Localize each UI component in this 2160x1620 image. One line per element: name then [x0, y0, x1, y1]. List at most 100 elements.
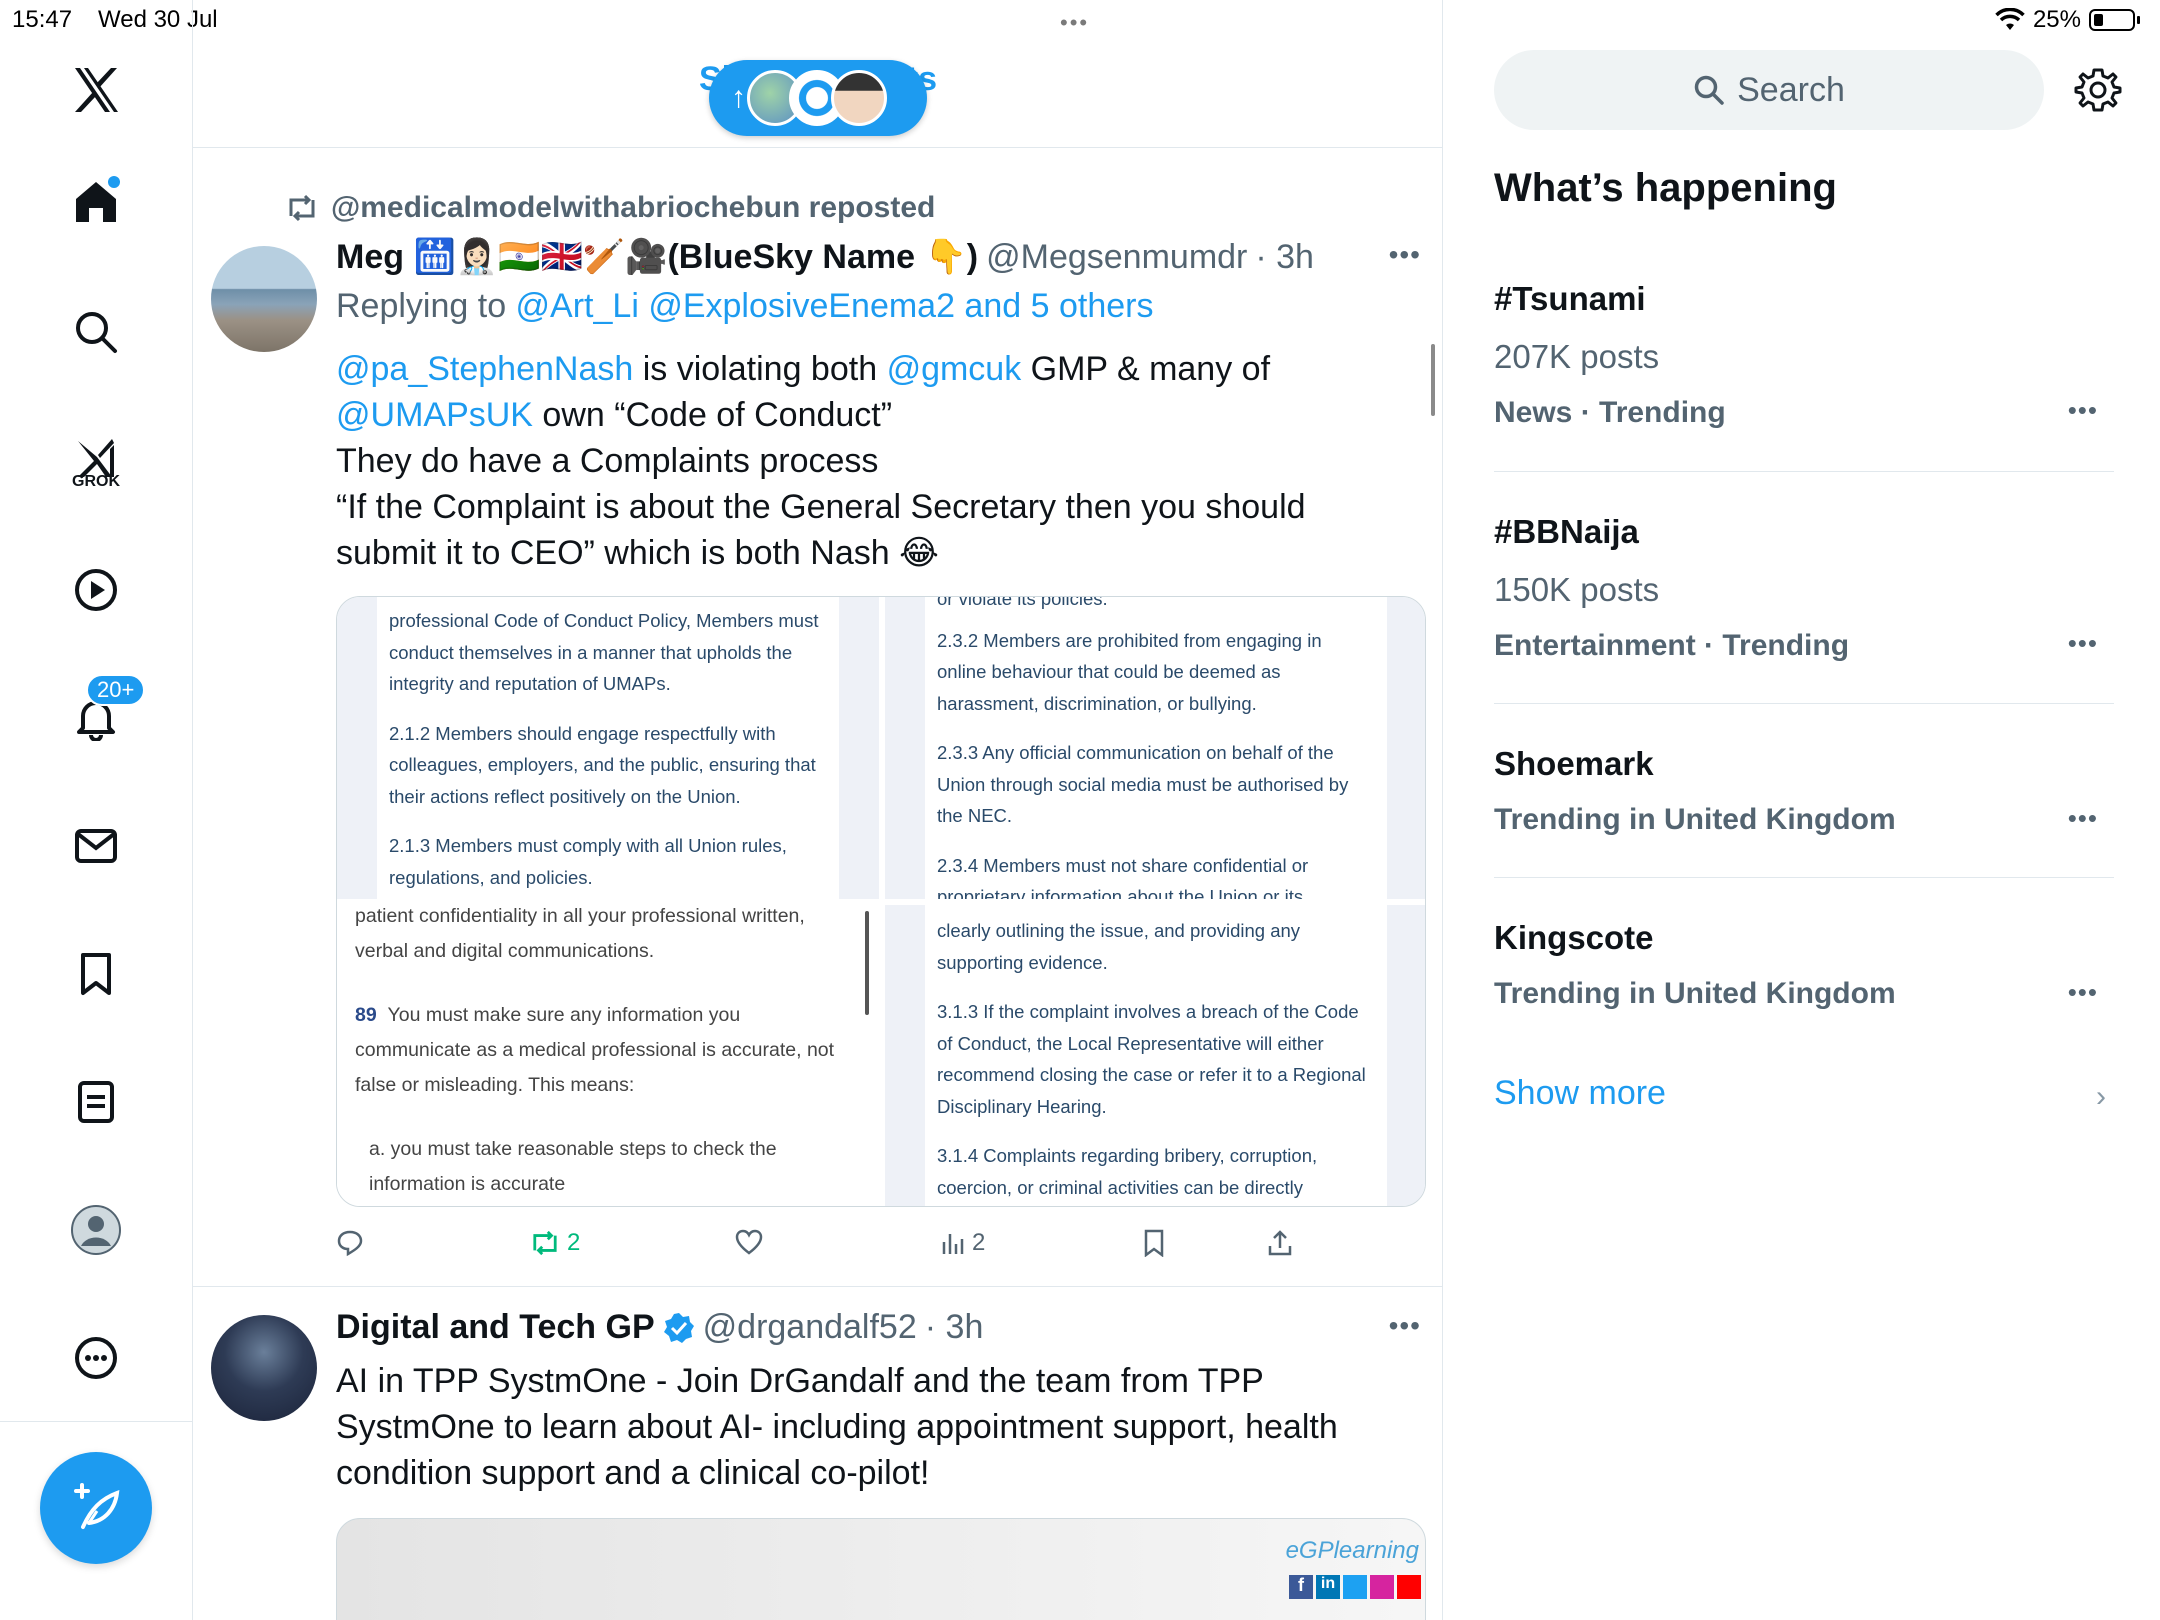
gmc-doc-text: patient confidentiality in all your prof…	[355, 905, 855, 1202]
explore-search-icon[interactable]	[66, 302, 126, 362]
chevron-right-icon: ›	[2096, 1080, 2106, 1113]
replying-links[interactable]: @Art_Li @ExplosiveEnema2 and 5 others	[516, 287, 1154, 325]
trend-context: Trending in United Kingdom	[1494, 977, 1896, 1010]
egplearning-logo-text: eGPlearning	[1285, 1537, 1419, 1564]
author-handle[interactable]: @drgandalf52	[703, 1308, 917, 1347]
doc-scrollbar	[865, 911, 869, 1015]
trend-more-icon[interactable]: •••	[2068, 395, 2098, 426]
messages-mail-icon[interactable]	[66, 816, 126, 876]
trend-count: 207K posts	[1494, 338, 1660, 375]
search-icon	[1694, 75, 1724, 105]
trend-more-icon[interactable]: •••	[2068, 628, 2098, 659]
media-image-4[interactable]: clearly outlining the issue, and providi…	[885, 905, 1425, 1206]
mention-gmcuk[interactable]: @gmcuk	[887, 350, 1022, 388]
tweet-more-icon[interactable]: •••	[1389, 1310, 1421, 1342]
gmc-para: You must make sure any information you c…	[355, 1004, 835, 1096]
doc-para: 2.3.2 Members are prohibited from engagi…	[937, 629, 1322, 714]
trend-context: Entertainment · Trending	[1494, 629, 1850, 662]
more-options-icon[interactable]	[66, 1328, 126, 1388]
doc-para: 3.1.4 Complaints regarding bribery, corr…	[937, 1145, 1318, 1198]
media-image-2[interactable]: or violate its policies. 2.3.2 Members a…	[885, 597, 1425, 899]
gmc-line: patient confidentiality in all your prof…	[355, 905, 805, 962]
trend-more-icon[interactable]: •••	[2068, 977, 2098, 1008]
tweet-actions: 2 2	[336, 1229, 1416, 1269]
doc-page: clearly outlining the issue, and providi…	[925, 905, 1387, 1206]
video-play-icon[interactable]	[66, 560, 126, 620]
post-time[interactable]: · 3h	[1255, 238, 1314, 277]
search-placeholder: Search	[1737, 70, 1845, 109]
trend-item[interactable]: Shoemark Trending in United Kingdom •••	[1494, 745, 2114, 837]
doc-page: or violate its policies. 2.3.2 Members a…	[925, 597, 1387, 899]
avatar-meg[interactable]	[211, 246, 317, 352]
timeline-header: Show 35 posts ↑	[193, 40, 1443, 148]
tweet-body: @pa_StephenNash is violating both @gmcuk…	[336, 346, 1396, 576]
tweet-digital-tech-gp[interactable]: Digital and Tech GP @drgandalf52 · 3h ••…	[193, 1288, 1443, 1620]
bookmark-icon	[1144, 1229, 1164, 1257]
views-button[interactable]: 2	[940, 1229, 985, 1257]
compose-feather-icon	[74, 1483, 120, 1529]
doc-text: clearly outlining the issue, and providi…	[937, 915, 1375, 1203]
repost-icon	[533, 1230, 557, 1256]
linkedin-icon: in	[1316, 1575, 1340, 1599]
new-posts-pill[interactable]: ↑	[709, 60, 927, 136]
doc-page: professional Code of Conduct Policy, Mem…	[377, 597, 839, 899]
trend-divider	[1494, 703, 2114, 704]
notifications-bell-icon[interactable]: 20+	[66, 674, 146, 748]
show-more-link[interactable]: Show more	[1494, 1074, 1666, 1113]
timeline-scrollbar[interactable]	[1431, 344, 1435, 416]
search-input[interactable]: Search	[1494, 50, 2044, 130]
tweet-media-grid[interactable]: professional Code of Conduct Policy, Mem…	[336, 596, 1426, 1207]
trend-count: 150K posts	[1494, 571, 1660, 608]
media-image-3[interactable]: patient confidentiality in all your prof…	[337, 905, 879, 1206]
pill-avatar-person	[831, 70, 887, 126]
bookmarks-icon[interactable]	[66, 944, 126, 1004]
gmc-para-89: 89 You must make sure any information yo…	[355, 998, 855, 1103]
youtube-icon	[1397, 1575, 1421, 1599]
views-chart-icon	[942, 1234, 964, 1254]
trend-item[interactable]: #Tsunami 207K posts News · Trending •••	[1494, 280, 2114, 430]
settings-gear-icon[interactable]	[2074, 66, 2122, 114]
right-sidebar: Search What’s happening #Tsunami 207K po…	[1444, 0, 2160, 1620]
doc-para: or violate its policies.	[937, 597, 1108, 609]
tweet-body: AI in TPP SystmOne - Join DrGandalf and …	[336, 1362, 1338, 1492]
repost-count: 2	[567, 1229, 581, 1256]
social-icons: f in	[1289, 1575, 1421, 1599]
share-button[interactable]	[1266, 1229, 1294, 1257]
compose-post-button[interactable]	[40, 1452, 152, 1564]
repost-icon	[289, 194, 315, 222]
bookmark-button[interactable]	[1142, 1229, 1166, 1257]
mention-stephennash[interactable]: @pa_StephenNash	[336, 350, 633, 388]
like-button[interactable]	[735, 1229, 763, 1255]
mention-umapsuk[interactable]: @UMAPsUK	[336, 396, 533, 434]
x-logo-icon[interactable]	[66, 60, 126, 120]
trend-more-icon[interactable]: •••	[2068, 803, 2098, 834]
media-image-1[interactable]: professional Code of Conduct Policy, Mem…	[337, 597, 879, 899]
tweet-header: Digital and Tech GP @drgandalf52 · 3h	[336, 1308, 983, 1347]
doc-text: professional Code of Conduct Policy, Mem…	[389, 605, 827, 893]
replying-prefix: Replying to	[336, 287, 516, 325]
avatar-drgandalf[interactable]	[211, 1315, 317, 1421]
tweet-more-icon[interactable]: •••	[1389, 239, 1421, 271]
author-handle[interactable]: @Megsenmumdr	[986, 238, 1247, 277]
gmc-item: a. you must take reasonable steps to che…	[369, 1138, 777, 1195]
verified-badge-icon	[663, 1312, 694, 1343]
repost-button[interactable]: 2	[529, 1229, 580, 1257]
left-nav: GROK 20+	[0, 0, 193, 1620]
tweet-media-image[interactable]: eGPlearning f in	[336, 1518, 1426, 1620]
author-name[interactable]: Meg 🛗👩🏻‍⚕️🇮🇳🇬🇧🏏🎥(BlueSky Name 👇)	[336, 237, 978, 277]
tweet-meg[interactable]: @medicalmodelwithabriochebun reposted Me…	[193, 149, 1443, 1287]
trend-item[interactable]: #BBNaija 150K posts Entertainment · Tren…	[1494, 513, 2114, 663]
doc-para: 2.1.2 Members should engage respectfully…	[389, 722, 816, 807]
home-icon[interactable]	[66, 172, 126, 232]
lists-icon[interactable]	[66, 1072, 126, 1132]
main-timeline: Show 35 posts ↑ @medicalmodelwithabrioch…	[193, 0, 1443, 1620]
doc-para: clearly outlining the issue, and providi…	[937, 920, 1301, 973]
trend-item[interactable]: Kingscote Trending in United Kingdom •••	[1494, 919, 2114, 1011]
author-name[interactable]: Digital and Tech GP	[336, 1308, 655, 1347]
reply-button[interactable]	[336, 1229, 364, 1257]
tweet-header: Meg 🛗👩🏻‍⚕️🇮🇳🇬🇧🏏🎥(BlueSky Name 👇) @Megsen…	[336, 237, 1314, 277]
post-time[interactable]: · 3h	[925, 1308, 984, 1347]
grok-icon[interactable]: GROK	[66, 428, 126, 490]
repost-by-text[interactable]: @medicalmodelwithabriochebun reposted	[331, 191, 935, 225]
profile-avatar-icon[interactable]	[66, 1200, 126, 1260]
